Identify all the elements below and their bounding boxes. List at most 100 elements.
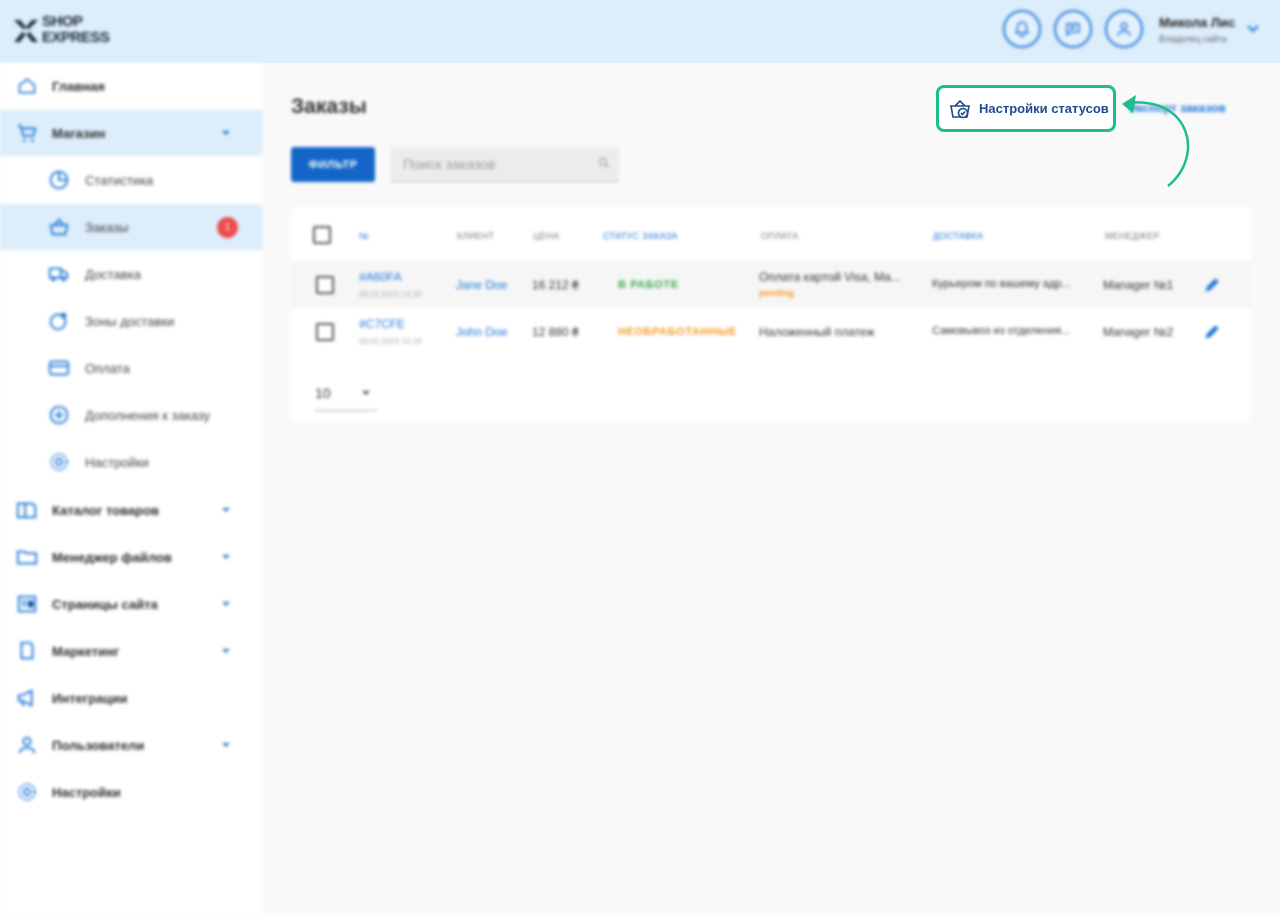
row-checkbox[interactable]: [316, 276, 334, 294]
caret-down-icon: [222, 508, 230, 512]
sidebar: Главная Магазин Статистика Заказы 1 Дост…: [0, 63, 262, 913]
card-icon: [47, 356, 71, 380]
sidebar-item-label: Оплата: [85, 360, 130, 376]
payment-status: pending: [759, 288, 794, 298]
manager-name: Manager №2: [1103, 325, 1174, 339]
shop-express-logo[interactable]: SHOP EXPRESS: [12, 14, 122, 50]
column-header-payment: Оплата: [761, 231, 799, 241]
filter-button[interactable]: ФИЛЬТР: [291, 147, 375, 182]
chat-icon: [1066, 23, 1080, 37]
tag-icon: [15, 639, 39, 663]
column-header-client: Клиент: [457, 231, 495, 241]
order-price: 12 880 ₴: [532, 325, 579, 339]
sidebar-item-orders[interactable]: Заказы 1: [0, 204, 262, 250]
table-row[interactable]: #A60FA 08.02.2023 14:30 Jane Doe 16 212 …: [291, 261, 1251, 308]
logo-text: SHOP EXPRESS: [42, 14, 110, 46]
table-row[interactable]: #C7CFE 08.02.2023 14:19 John Doe 12 880 …: [291, 308, 1251, 355]
basket-check-icon: [950, 99, 970, 119]
sidebar-item-users[interactable]: Пользователи: [0, 722, 262, 768]
sidebar-item-label: Дополнения к заказу: [85, 407, 211, 423]
order-id-link[interactable]: #A60FA: [359, 270, 402, 284]
status-settings-label: Настройки статусов: [979, 101, 1109, 116]
globe-icon: [47, 309, 71, 333]
page-title: Заказы: [291, 95, 367, 118]
sidebar-item-label: Заказы: [85, 219, 129, 235]
sidebar-item-label: Менеджер файлов: [52, 549, 172, 565]
sidebar-item-delivery-zones[interactable]: Зоны доставки: [0, 298, 262, 344]
folder-icon: [15, 545, 39, 569]
payment-method: Наложенный платеж: [759, 325, 875, 339]
logo-line2: EXPRESS: [42, 29, 110, 46]
column-header-number[interactable]: №: [359, 231, 369, 241]
search-input[interactable]: Поиск заказов: [391, 147, 619, 182]
order-id-link[interactable]: #C7CFE: [359, 317, 405, 331]
edit-pencil-icon[interactable]: [1202, 322, 1222, 342]
sidebar-item-statistics[interactable]: Статистика: [0, 157, 262, 203]
status-badge: НЕОБРАБОТАННЫЕ: [618, 326, 737, 338]
basket-icon: [47, 215, 71, 239]
notifications-button[interactable]: [1003, 10, 1041, 48]
pointer-arrow-icon: [1122, 95, 1190, 187]
status-settings-button[interactable]: Настройки статусов: [936, 85, 1116, 132]
manager-name: Manager №1: [1103, 278, 1174, 292]
sidebar-item-catalog[interactable]: Каталог товаров: [0, 487, 262, 533]
messages-button[interactable]: [1054, 10, 1092, 48]
sidebar-item-file-manager[interactable]: Менеджер файлов: [0, 534, 262, 580]
client-link[interactable]: Jane Doe: [456, 278, 507, 292]
sidebar-item-delivery[interactable]: Доставка: [0, 251, 262, 297]
client-link[interactable]: John Doe: [456, 325, 507, 339]
sidebar-item-shop-settings[interactable]: Настройки: [0, 439, 262, 485]
caret-down-icon: [222, 649, 230, 653]
sidebar-item-integrations[interactable]: Интеграции: [0, 675, 262, 721]
edit-pencil-icon[interactable]: [1202, 275, 1222, 295]
order-date: 08.02.2023 14:30: [359, 290, 422, 299]
sidebar-item-shop[interactable]: Магазин: [0, 110, 262, 156]
column-header-delivery[interactable]: Доставка: [933, 231, 983, 241]
delivery-method: Самовывоз из отделения...: [932, 325, 1071, 337]
caret-down-icon: [222, 743, 230, 747]
sidebar-item-order-addons[interactable]: Дополнения к заказу: [0, 392, 262, 438]
rows-per-page-select[interactable]: 10: [315, 383, 377, 411]
rows-per-page-value: 10: [315, 385, 331, 401]
sidebar-item-marketing[interactable]: Маркетинг: [0, 628, 262, 674]
user-name[interactable]: Микола Лис: [1159, 15, 1235, 30]
sidebar-item-label: Маркетинг: [52, 643, 120, 659]
gear-icon: [15, 780, 39, 804]
sidebar-item-label: Страницы сайта: [52, 596, 158, 612]
payment-method: Оплата картой Visa, Ma...: [759, 270, 901, 284]
sidebar-item-label: Каталог товаров: [52, 502, 160, 518]
sidebar-item-site-pages[interactable]: Страницы сайта: [0, 581, 262, 627]
order-date: 08.02.2023 14:19: [359, 337, 422, 346]
column-header-manager: Менеджер: [1105, 231, 1160, 241]
search-placeholder: Поиск заказов: [403, 156, 496, 172]
search-icon: [598, 157, 610, 169]
sidebar-item-label: Доставка: [85, 266, 141, 282]
chevron-down-icon[interactable]: [1246, 24, 1260, 34]
order-price: 16 212 ₴: [532, 278, 579, 292]
select-all-checkbox[interactable]: [313, 226, 331, 244]
user-role: Владелец сайта: [1159, 34, 1227, 44]
home-icon: [15, 74, 39, 98]
sidebar-item-label: Интеграции: [52, 690, 128, 706]
column-header-status[interactable]: Статус заказа: [603, 231, 678, 241]
sidebar-item-settings[interactable]: Настройки: [0, 769, 262, 815]
logo-mark-icon: [14, 20, 38, 42]
caret-down-icon: [222, 555, 230, 559]
user-icon: [15, 733, 39, 757]
caret-down-icon: [222, 602, 230, 606]
gear-icon: [47, 450, 71, 474]
delivery-method: Курьером по вашему адр...: [932, 278, 1071, 290]
sidebar-item-home[interactable]: Главная: [0, 63, 262, 109]
sidebar-item-label: Статистика: [85, 172, 154, 188]
plus-circle-icon: [47, 403, 71, 427]
truck-icon: [47, 262, 71, 286]
profile-button[interactable]: [1105, 10, 1143, 48]
status-badge: В РАБОТЕ: [618, 279, 679, 291]
megaphone-icon: [15, 686, 39, 710]
top-header: SHOP EXPRESS Микола Лис Владелец сайта: [0, 0, 1280, 63]
row-checkbox[interactable]: [316, 323, 334, 341]
sidebar-item-payment[interactable]: Оплата: [0, 345, 262, 391]
sidebar-item-label: Зоны доставки: [85, 313, 175, 329]
orders-table: № Клиент Цена Статус заказа Оплата Доста…: [291, 207, 1251, 422]
sidebar-item-label: Главная: [52, 78, 105, 94]
